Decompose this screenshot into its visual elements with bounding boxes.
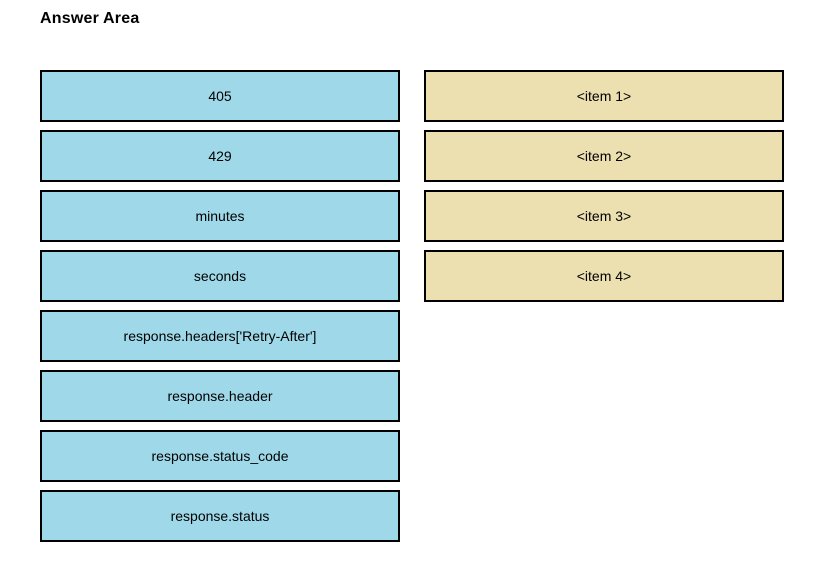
target-slot-4[interactable]: <item 4>	[424, 250, 784, 302]
target-slot-label: <item 1>	[576, 87, 632, 104]
source-option-2[interactable]: 429	[40, 130, 400, 182]
answer-area: Answer Area 405 429 minutes seconds resp…	[0, 0, 828, 569]
source-option-label: response.status_code	[151, 447, 289, 464]
target-slot-label: <item 3>	[576, 207, 632, 224]
target-slot-label: <item 2>	[576, 147, 632, 164]
target-slots-column: <item 1> <item 2> <item 3> <item 4>	[424, 70, 784, 302]
target-slot-1[interactable]: <item 1>	[424, 70, 784, 122]
source-option-7[interactable]: response.status_code	[40, 430, 400, 482]
source-option-label: minutes	[195, 207, 245, 224]
source-option-3[interactable]: minutes	[40, 190, 400, 242]
page-title: Answer Area	[40, 10, 140, 27]
source-option-label: seconds	[193, 267, 247, 284]
target-slot-label: <item 4>	[576, 267, 632, 284]
source-option-6[interactable]: response.header	[40, 370, 400, 422]
source-option-1[interactable]: 405	[40, 70, 400, 122]
target-slot-2[interactable]: <item 2>	[424, 130, 784, 182]
source-option-8[interactable]: response.status	[40, 490, 400, 542]
source-options-column: 405 429 minutes seconds response.headers…	[40, 70, 400, 542]
source-option-label: 405	[208, 87, 232, 104]
source-option-5[interactable]: response.headers['Retry-After']	[40, 310, 400, 362]
source-option-4[interactable]: seconds	[40, 250, 400, 302]
source-option-label: response.header	[167, 387, 273, 404]
source-option-label: response.status	[170, 507, 270, 524]
source-option-label: response.headers['Retry-After']	[123, 327, 317, 344]
source-option-label: 429	[208, 147, 232, 164]
target-slot-3[interactable]: <item 3>	[424, 190, 784, 242]
